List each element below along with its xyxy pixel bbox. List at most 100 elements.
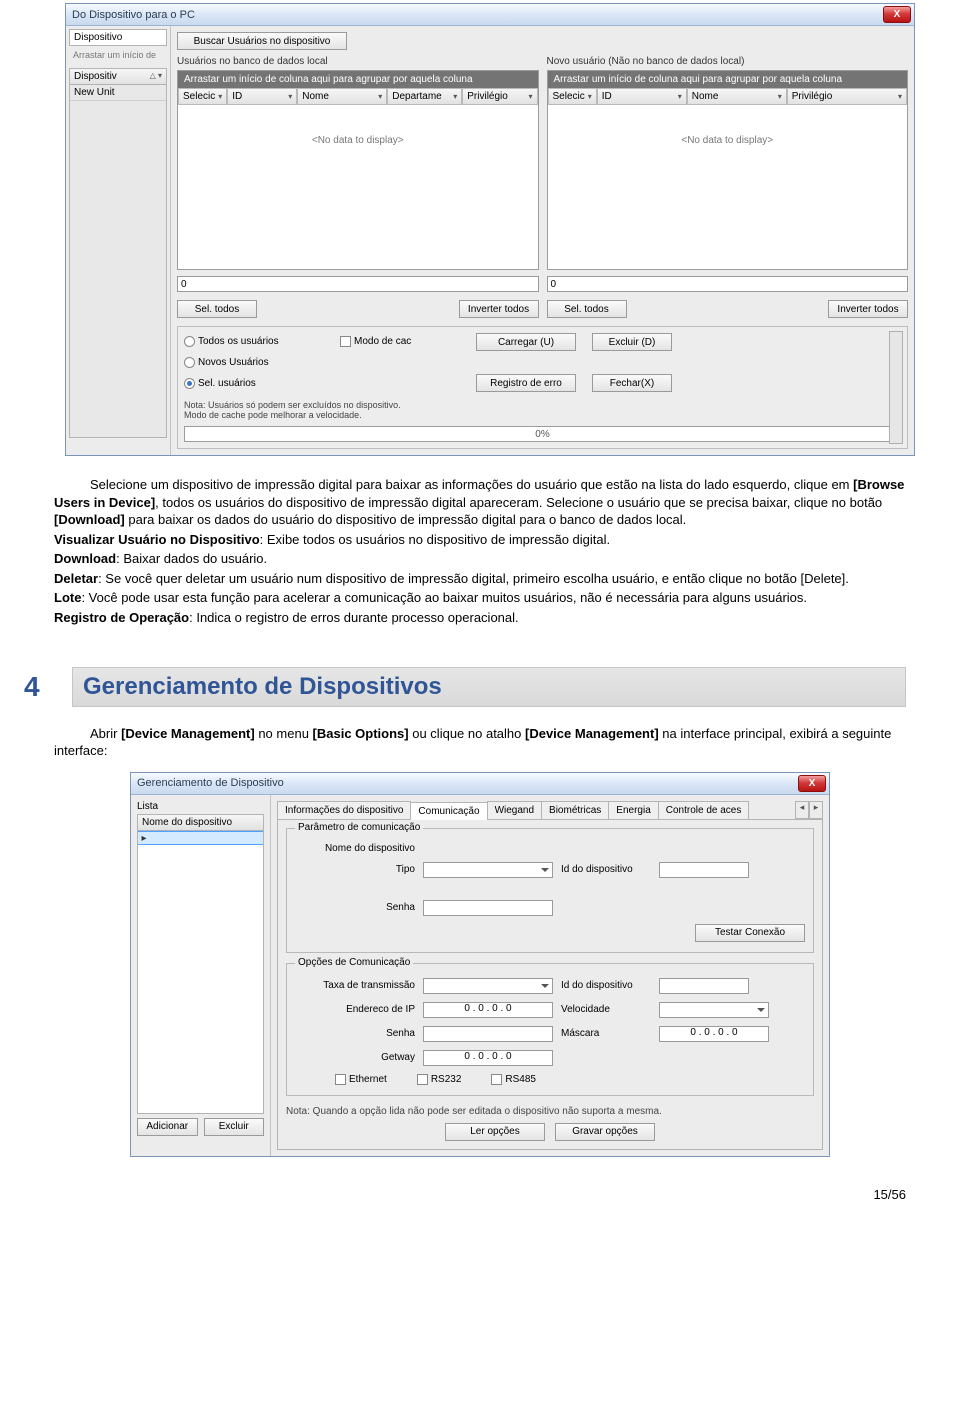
radio-sel-users[interactable]: Sel. usuários <box>184 378 324 389</box>
close-icon-2[interactable]: X <box>798 775 826 792</box>
doc-text-2: Abrir [Device Management] no menu [Basic… <box>54 725 906 760</box>
ip-input[interactable]: 0 . 0 . 0 . 0 <box>423 1002 553 1018</box>
check-rs232[interactable]: RS232 <box>417 1074 462 1085</box>
left-count-input[interactable] <box>177 276 539 292</box>
titlebar: Do Dispositivo para o PC X <box>66 4 914 26</box>
gateway-input[interactable]: 0 . 0 . 0 . 0 <box>423 1050 553 1066</box>
tab-biometricas[interactable]: Biométricas <box>541 801 609 819</box>
col-select[interactable]: Selecic▾ <box>178 88 227 105</box>
speed-select[interactable] <box>659 1002 769 1018</box>
check-ethernet[interactable]: Ethernet <box>335 1074 387 1085</box>
lista-row[interactable]: ▸ <box>138 831 263 845</box>
pwd-input-2[interactable] <box>423 1026 553 1042</box>
check-cache-mode[interactable]: Modo de cac <box>340 336 460 347</box>
type-select[interactable] <box>423 862 553 878</box>
sort-icon[interactable]: △ ▾ <box>150 71 162 82</box>
right-select-all-button[interactable]: Sel. todos <box>547 300 627 318</box>
note-line-2: Modo de cache pode melhorar a velocidade… <box>184 410 901 420</box>
left-pane-label: Usuários no banco de dados local <box>177 56 539 67</box>
tab-strip: Informações do dispositivo Comunicação W… <box>277 801 823 820</box>
read-options-button[interactable]: Ler opções <box>445 1123 545 1141</box>
right-invert-button[interactable]: Inverter todos <box>828 300 908 318</box>
delete-button[interactable]: Excluir (D) <box>592 333 672 351</box>
progress-bar: 0% <box>184 426 901 442</box>
left-select-all-button[interactable]: Sel. todos <box>177 300 257 318</box>
close-icon[interactable]: X <box>883 6 911 23</box>
left-no-data: <No data to display> <box>178 105 538 176</box>
col-dept[interactable]: Departame▾ <box>387 88 462 105</box>
doc-text: Selecione um dispositivo de impressão di… <box>54 476 906 626</box>
col-name[interactable]: Nome▾ <box>297 88 387 105</box>
device-list-item[interactable]: New Unit <box>70 85 166 101</box>
col-id[interactable]: ID▾ <box>227 88 297 105</box>
page-number: 15/56 <box>54 1187 906 1202</box>
device-id-input-2[interactable] <box>659 978 749 994</box>
footer-note: Nota: Quando a opção lida não pode ser e… <box>286 1106 814 1117</box>
radio-new-users[interactable]: Novos Usuários <box>184 357 324 368</box>
device-id-input[interactable] <box>659 862 749 878</box>
lbl-ip: Endereco de IP <box>295 1004 415 1015</box>
fieldset-comm-options: Opções de Comunicação Taxa de transmissã… <box>286 963 814 1096</box>
section-title: Gerenciamento de Dispositivos <box>72 667 906 707</box>
window-device-management: Gerenciamento de Dispositivo X Lista Nom… <box>130 772 830 1157</box>
error-log-button[interactable]: Registro de erro <box>476 374 576 392</box>
fieldset-comm-params: Parâmetro de comunicação Nome do disposi… <box>286 828 814 953</box>
add-button[interactable]: Adicionar <box>137 1118 198 1136</box>
col-priv-r[interactable]: Privilégio▾ <box>787 88 907 105</box>
section-number: 4 <box>24 671 54 703</box>
lista-box: Nome do dispositivo ▸ <box>137 814 264 1114</box>
sidebar-hint: Arrastar um início de <box>69 48 167 62</box>
download-button[interactable]: Carregar (U) <box>476 333 576 351</box>
lbl-speed: Velocidade <box>561 1004 651 1015</box>
test-connection-button[interactable]: Testar Conexão <box>695 924 805 942</box>
lbl-mask: Máscara <box>561 1028 651 1039</box>
lbl-device-name: Nome do dispositivo <box>295 843 415 854</box>
lista-label: Lista <box>137 801 264 812</box>
write-options-button[interactable]: Gravar opções <box>555 1123 655 1141</box>
mask-input[interactable]: 0 . 0 . 0 . 0 <box>659 1026 769 1042</box>
tab-wiegand[interactable]: Wiegand <box>487 801 542 819</box>
delete-button-2[interactable]: Excluir <box>204 1118 265 1136</box>
lista-header[interactable]: Nome do dispositivo <box>138 815 263 831</box>
browse-users-button[interactable]: Buscar Usuários no dispositivo <box>177 32 347 50</box>
options-panel: Todos os usuários Modo de cac Carregar (… <box>177 326 908 449</box>
baud-select[interactable] <box>423 978 553 994</box>
tab-scroll-left-icon[interactable]: ◂ <box>795 801 809 819</box>
tab-energia[interactable]: Energia <box>608 801 658 819</box>
tab-page-comunicacao: Parâmetro de comunicação Nome do disposi… <box>277 820 823 1150</box>
section-heading: 4 Gerenciamento de Dispositivos <box>24 667 906 707</box>
lbl-pwd: Senha <box>295 902 415 913</box>
lbl-gateway: Getway <box>295 1052 415 1063</box>
tab-scroll-right-icon[interactable]: ▸ <box>809 801 823 819</box>
left-invert-button[interactable]: Inverter todos <box>459 300 539 318</box>
right-count-input[interactable] <box>547 276 909 292</box>
lbl-pwd-2: Senha <box>295 1028 415 1039</box>
right-grouping-hint: Arrastar um início de coluna aqui para a… <box>548 71 908 88</box>
col-id-r[interactable]: ID▾ <box>597 88 687 105</box>
right-pane-label: Novo usuário (Não no banco de dados loca… <box>547 56 909 67</box>
note-line-1: Nota: Usuários só podem ser excluídos no… <box>184 400 901 410</box>
left-grid: Arrastar um início de coluna aqui para a… <box>177 70 539 270</box>
left-sidebar: Dispositivo Arrastar um início de Dispos… <box>66 26 171 455</box>
right-no-data: <No data to display> <box>548 105 908 176</box>
tab-comunicacao[interactable]: Comunicação <box>410 802 487 820</box>
pwd-input[interactable] <box>423 900 553 916</box>
tab-info[interactable]: Informações do dispositivo <box>277 801 411 819</box>
device-list-header: Dispositiv △ ▾ <box>70 69 166 85</box>
window-device-to-pc: Do Dispositivo para o PC X Dispositivo A… <box>65 3 915 456</box>
row-arrow-icon: ▸ <box>138 833 150 844</box>
col-select-r[interactable]: Selecic▾ <box>548 88 597 105</box>
col-priv[interactable]: Privilégio▾ <box>462 88 537 105</box>
window-title-2: Gerenciamento de Dispositivo <box>137 777 284 789</box>
lbl-type: Tipo <box>295 864 415 875</box>
right-grid: Arrastar um início de coluna aqui para a… <box>547 70 909 270</box>
lbl-device-id-2: Id do dispositivo <box>561 980 651 991</box>
tab-dispositivo[interactable]: Dispositivo <box>69 29 167 46</box>
titlebar-2: Gerenciamento de Dispositivo X <box>131 773 829 795</box>
radio-all-users[interactable]: Todos os usuários <box>184 336 324 347</box>
close-button[interactable]: Fechar(X) <box>592 374 672 392</box>
tab-acesso[interactable]: Controle de aces <box>658 801 750 819</box>
scrollbar[interactable] <box>889 331 903 444</box>
col-name-r[interactable]: Nome▾ <box>687 88 787 105</box>
check-rs485[interactable]: RS485 <box>491 1074 536 1085</box>
